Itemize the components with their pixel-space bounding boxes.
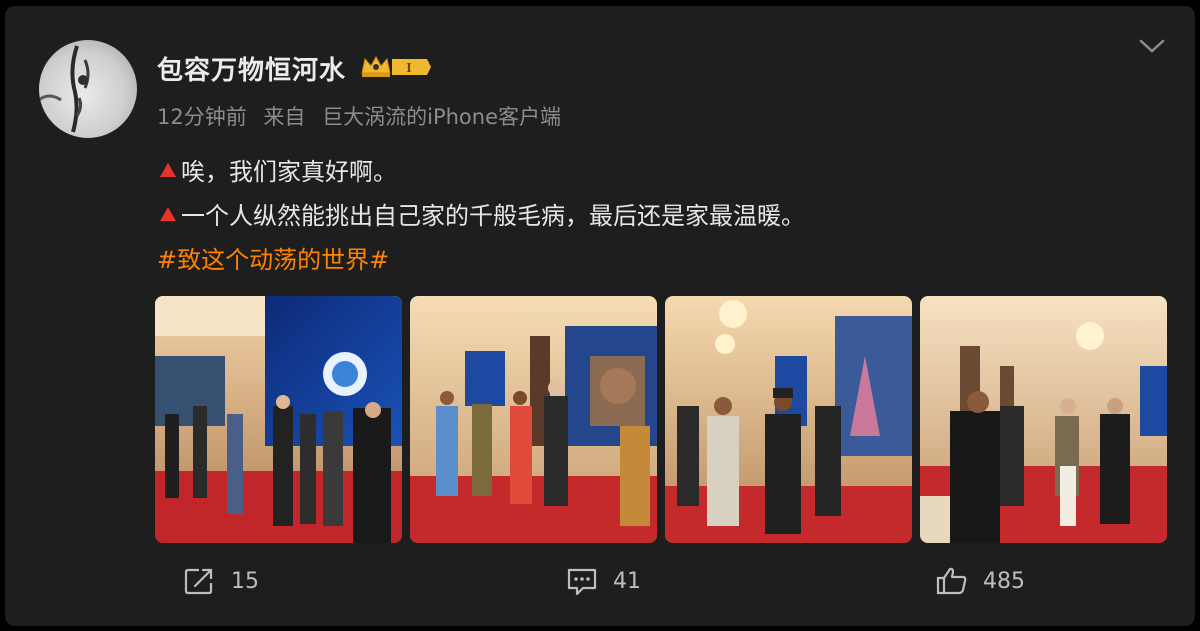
- photo-thumbnail[interactable]: [410, 296, 657, 543]
- comment-count: 41: [613, 568, 641, 594]
- source-prefix: 来自: [263, 105, 306, 129]
- svg-text:I: I: [406, 61, 411, 76]
- hashtag-link[interactable]: #致这个动荡的世界#: [157, 240, 389, 275]
- repost-count: 15: [231, 568, 259, 594]
- post-card: 包容万物恒河水 I 12分钟前 来自 巨大涡流的iPhone客户端 唉，我们家真…: [5, 6, 1195, 626]
- photo-grid: [155, 296, 1167, 543]
- post-text-line: 唉，我们家真好啊。: [157, 152, 397, 187]
- crown-icon: [361, 55, 391, 77]
- vip-badge[interactable]: I: [359, 53, 433, 81]
- post-source: 巨大涡流的iPhone客户端: [322, 105, 561, 129]
- photo-thumbnail[interactable]: [665, 296, 912, 543]
- username[interactable]: 包容万物恒河水: [157, 50, 346, 87]
- photo-thumbnail[interactable]: [920, 296, 1167, 543]
- post-time[interactable]: 12分钟前: [157, 105, 247, 129]
- red-triangle-icon: [160, 162, 176, 177]
- repost-button[interactable]: 15: [183, 566, 259, 596]
- like-button[interactable]: 485: [935, 566, 1025, 596]
- repost-icon: [184, 568, 213, 595]
- avatar[interactable]: [39, 40, 137, 138]
- chevron-down-icon[interactable]: [1137, 36, 1167, 56]
- post-text-line: 一个人纵然能挑出自己家的千般毛病，最后还是家最温暖。: [157, 196, 805, 231]
- action-bar: 15 41 485: [5, 558, 1195, 608]
- red-triangle-icon: [160, 206, 176, 221]
- like-icon: [936, 567, 967, 595]
- like-count: 485: [983, 568, 1025, 594]
- photo-thumbnail[interactable]: [155, 296, 402, 543]
- post-meta: 12分钟前 来自 巨大涡流的iPhone客户端: [157, 101, 571, 131]
- comment-button[interactable]: 41: [565, 566, 641, 596]
- comment-icon: [567, 568, 597, 596]
